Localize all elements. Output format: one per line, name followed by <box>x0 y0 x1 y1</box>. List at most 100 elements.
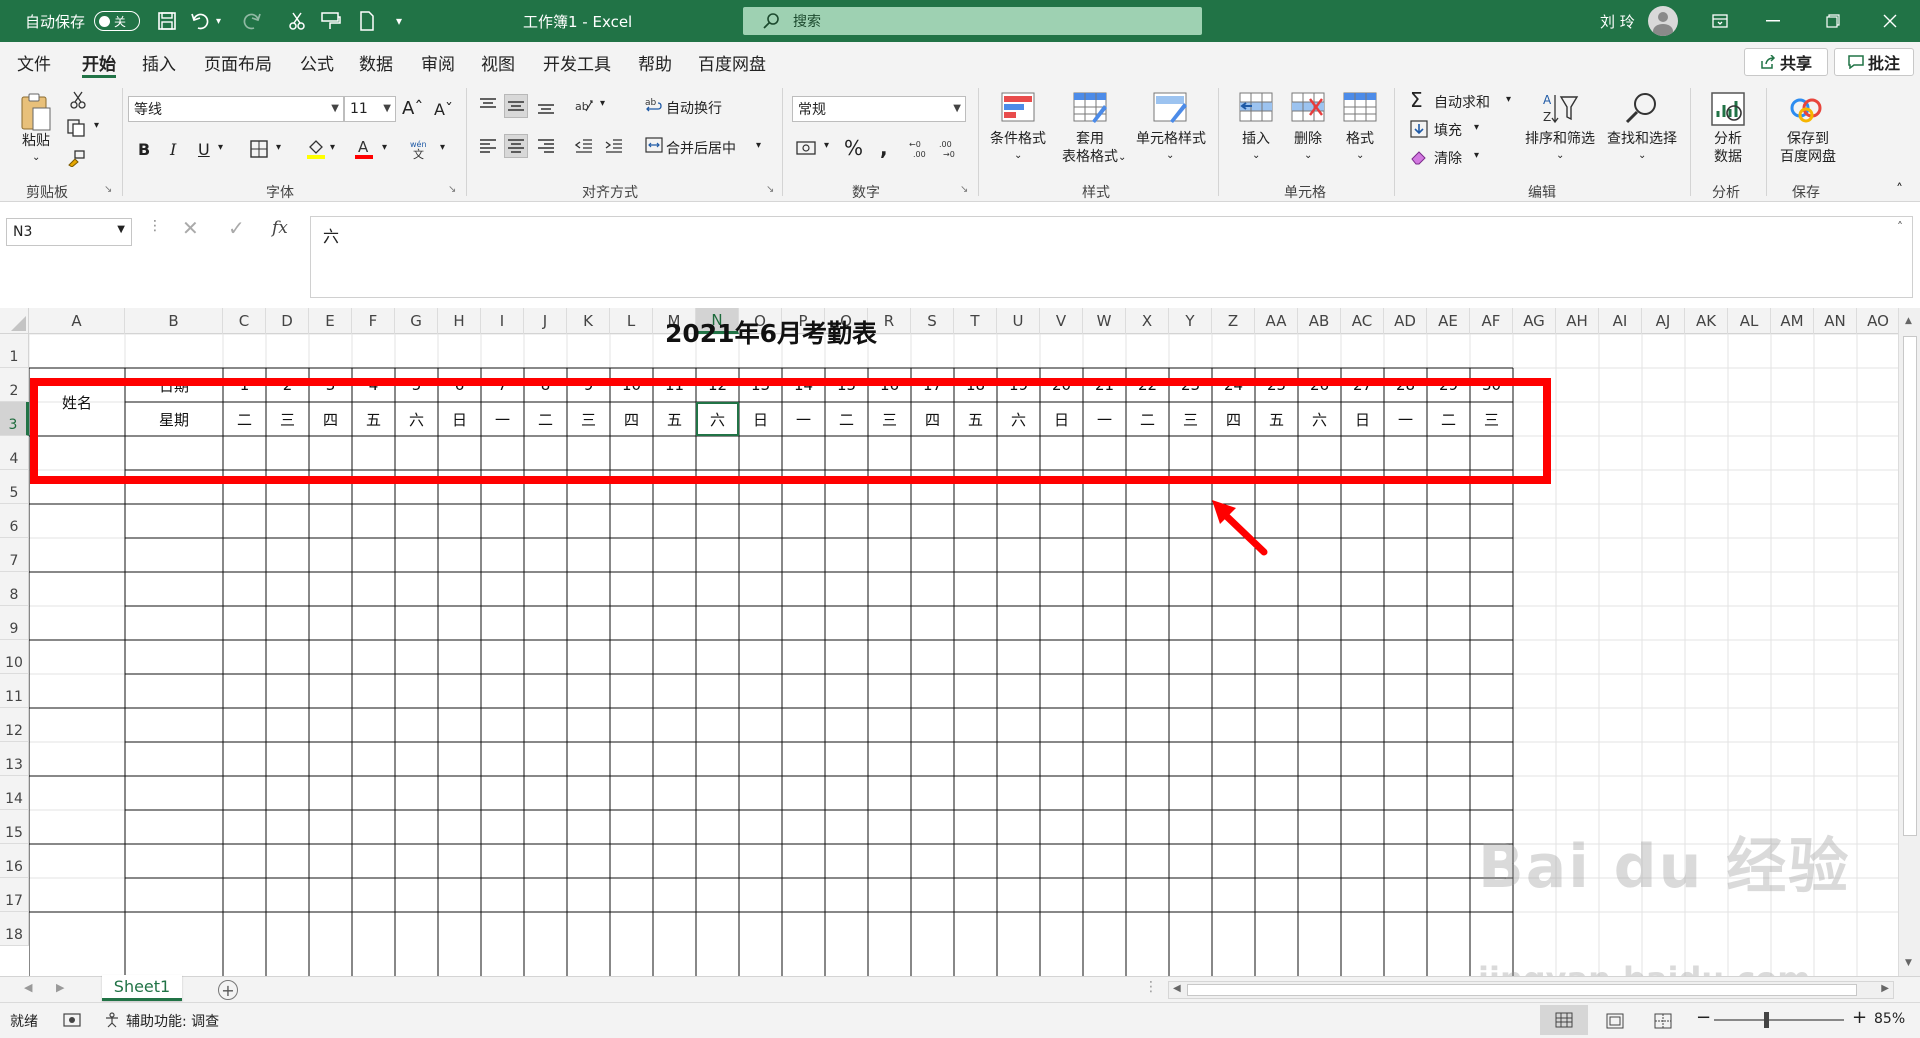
tab-home[interactable]: 开始 <box>82 42 116 82</box>
format-dropdown-icon[interactable]: ⌄ <box>1356 150 1364 161</box>
date-cell[interactable]: 30 <box>1470 368 1513 402</box>
tab-insert[interactable]: 插入 <box>142 42 176 82</box>
clipboard-launcher-icon[interactable]: ↘ <box>104 184 112 195</box>
search-box[interactable]: 搜索 <box>743 7 1202 35</box>
phonetic-dropdown-icon[interactable]: ▾ <box>440 142 445 153</box>
format-as-table-icon[interactable] <box>1070 90 1110 124</box>
name-header-cell[interactable]: 姓名 <box>29 368 125 436</box>
autosum-label[interactable]: 自动求和 <box>1434 92 1490 112</box>
row-header[interactable]: 2 <box>0 368 29 402</box>
weekday-cell[interactable]: 五 <box>1255 402 1298 436</box>
sort-filter-label[interactable]: 排序和筛选 <box>1520 130 1600 148</box>
row-header[interactable]: 11 <box>0 674 29 708</box>
date-header-cell[interactable]: 日期 <box>125 368 223 402</box>
vertical-scroll-thumb[interactable] <box>1903 336 1917 836</box>
ribbon-display-options-icon[interactable] <box>1697 0 1743 42</box>
cancel-entry-icon[interactable]: ✕ <box>182 216 199 240</box>
scroll-down-icon[interactable]: ▼ <box>1905 958 1912 968</box>
row-header[interactable]: 10 <box>0 640 29 674</box>
sort-filter-dropdown-icon[interactable]: ⌄ <box>1556 150 1564 161</box>
weekday-cell[interactable]: 四 <box>309 402 352 436</box>
next-sheet-icon[interactable]: ▶ <box>56 981 64 994</box>
column-header[interactable]: AM <box>1771 308 1814 334</box>
cut-icon[interactable] <box>66 88 90 112</box>
row-header[interactable]: 14 <box>0 776 29 810</box>
zoom-out-icon[interactable]: − <box>1696 1007 1711 1028</box>
tab-formulas[interactable]: 公式 <box>300 42 334 82</box>
horizontal-scroll-thumb[interactable] <box>1187 984 1857 996</box>
row-header[interactable]: 15 <box>0 810 29 844</box>
align-left-icon[interactable] <box>476 134 500 158</box>
align-bottom-icon[interactable] <box>534 94 558 118</box>
weekday-cell[interactable]: 六 <box>1298 402 1341 436</box>
date-cell[interactable]: 26 <box>1298 368 1341 402</box>
wrap-text-icon[interactable]: ab <box>644 94 664 116</box>
font-color-icon[interactable]: A <box>352 136 376 162</box>
weekday-cell[interactable]: 日 <box>438 402 481 436</box>
align-middle-icon[interactable] <box>504 94 528 118</box>
weekday-cell[interactable]: 日 <box>1341 402 1384 436</box>
weekday-cell[interactable]: 一 <box>782 402 825 436</box>
zoom-level[interactable]: 85% <box>1874 1011 1905 1027</box>
redo-icon[interactable] <box>238 8 264 34</box>
analyze-data-icon[interactable] <box>1708 90 1748 128</box>
date-cell[interactable]: 29 <box>1427 368 1470 402</box>
weekday-cell[interactable]: 五 <box>954 402 997 436</box>
row-header[interactable]: 3 <box>0 402 29 436</box>
column-header[interactable]: AK <box>1685 308 1728 334</box>
format-painter-icon[interactable] <box>64 146 88 170</box>
borders-icon[interactable] <box>248 138 270 160</box>
delete-cells-icon[interactable] <box>1288 90 1328 124</box>
sheet-title[interactable]: 2021年6月考勤表 <box>29 312 1513 352</box>
user-name[interactable]: 刘 玲 <box>1600 0 1635 42</box>
date-cell[interactable]: 8 <box>524 368 567 402</box>
cut-icon[interactable] <box>284 8 310 34</box>
date-cell[interactable]: 6 <box>438 368 481 402</box>
weekday-cell[interactable]: 二 <box>524 402 567 436</box>
close-icon[interactable] <box>1867 0 1913 42</box>
scroll-left-icon[interactable]: ◀ <box>1173 983 1181 994</box>
decrease-indent-icon[interactable] <box>572 134 596 158</box>
insert-cells-label[interactable]: 插入 <box>1236 130 1276 148</box>
insert-function-icon[interactable]: fx <box>272 218 288 238</box>
insert-cells-icon[interactable] <box>1236 90 1276 124</box>
normal-view-icon[interactable] <box>1540 1005 1588 1035</box>
row-header[interactable]: 17 <box>0 878 29 912</box>
autosave-toggle[interactable]: 关 <box>88 0 140 42</box>
date-cell[interactable]: 27 <box>1341 368 1384 402</box>
cell-styles-icon[interactable] <box>1150 90 1190 124</box>
clear-dropdown-icon[interactable]: ▾ <box>1474 150 1479 161</box>
increase-font-size-icon[interactable]: Aˆ <box>402 98 423 119</box>
date-cell[interactable]: 4 <box>352 368 395 402</box>
orientation-dropdown-icon[interactable]: ▾ <box>600 98 605 109</box>
tab-data[interactable]: 数据 <box>359 42 393 82</box>
zoom-slider-thumb[interactable] <box>1764 1012 1769 1028</box>
paste-label[interactable]: 粘贴 <box>18 132 54 150</box>
tab-view[interactable]: 视图 <box>481 42 515 82</box>
restore-icon[interactable] <box>1810 0 1856 42</box>
analyze-data-label[interactable]: 分析 数据 <box>1700 130 1756 166</box>
weekday-cell[interactable]: 三 <box>567 402 610 436</box>
column-header[interactable]: AO <box>1857 308 1900 334</box>
weekday-cell[interactable]: 四 <box>1212 402 1255 436</box>
sheet-tab-sheet1[interactable]: Sheet1 <box>102 975 182 1001</box>
date-cell[interactable]: 19 <box>997 368 1040 402</box>
row-header[interactable]: 16 <box>0 844 29 878</box>
weekday-cell[interactable]: 五 <box>352 402 395 436</box>
share-button[interactable]: 共享 <box>1744 48 1828 76</box>
name-box-dropdown-icon[interactable]: ▼ <box>117 224 125 235</box>
new-file-icon[interactable] <box>354 8 380 34</box>
zoom-slider[interactable] <box>1714 1012 1844 1028</box>
row-header[interactable]: 9 <box>0 606 29 640</box>
column-header[interactable]: AG <box>1513 308 1556 334</box>
customize-qat-icon[interactable]: ▾ <box>396 0 402 42</box>
weekday-cell[interactable]: 四 <box>610 402 653 436</box>
weekday-cell[interactable]: 四 <box>911 402 954 436</box>
weekday-cell[interactable]: 二 <box>825 402 868 436</box>
add-sheet-icon[interactable]: + <box>218 980 238 1000</box>
fill-label[interactable]: 填充 <box>1434 120 1462 140</box>
collapse-formula-bar-icon[interactable]: ˄ <box>1897 220 1903 234</box>
sort-filter-icon[interactable]: AZ <box>1540 90 1580 128</box>
weekday-header-cell[interactable]: 星期 <box>125 402 223 436</box>
minimize-icon[interactable] <box>1750 0 1796 42</box>
